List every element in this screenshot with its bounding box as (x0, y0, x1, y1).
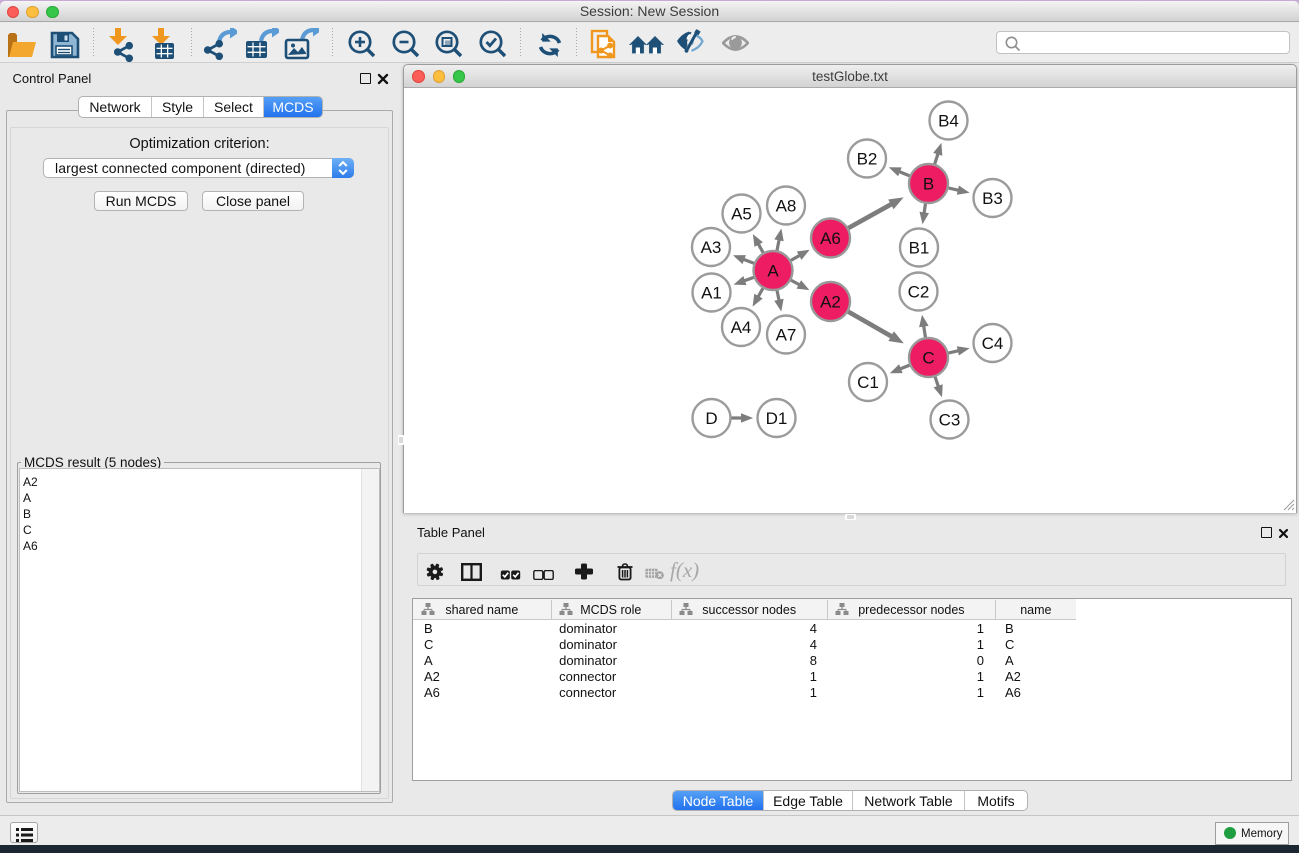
svg-text:C4: C4 (982, 334, 1004, 353)
svg-text:B: B (923, 175, 934, 194)
svg-text:A7: A7 (776, 326, 797, 345)
svg-text:A4: A4 (731, 318, 752, 337)
svg-text:A2: A2 (820, 293, 841, 312)
svg-text:C2: C2 (908, 283, 930, 302)
svg-text:D: D (705, 409, 717, 428)
svg-text:B3: B3 (982, 189, 1003, 208)
svg-text:A1: A1 (701, 284, 722, 303)
svg-text:A: A (767, 262, 779, 281)
svg-text:A3: A3 (701, 238, 722, 257)
svg-text:B1: B1 (909, 239, 930, 258)
svg-text:A5: A5 (731, 205, 752, 224)
svg-text:A6: A6 (820, 229, 841, 248)
svg-text:D1: D1 (766, 409, 788, 428)
svg-text:C: C (922, 349, 934, 368)
svg-text:C3: C3 (939, 411, 961, 430)
svg-text:C1: C1 (857, 373, 879, 392)
svg-text:B4: B4 (938, 112, 959, 131)
svg-text:A8: A8 (776, 197, 797, 216)
svg-text:B2: B2 (857, 150, 878, 169)
